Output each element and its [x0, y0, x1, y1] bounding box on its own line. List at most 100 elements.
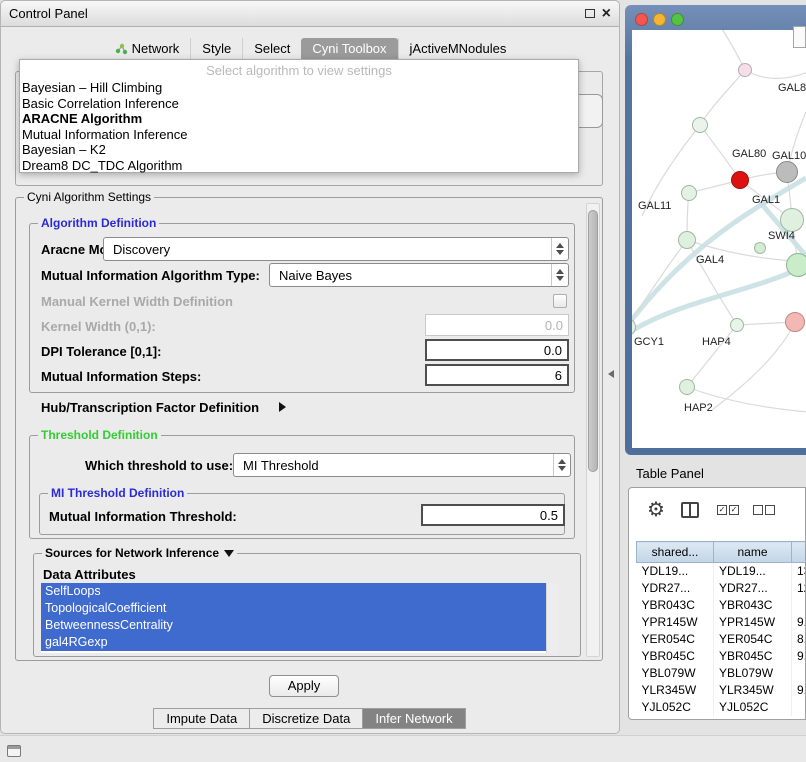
- network-node[interactable]: [785, 312, 805, 332]
- deselect-all-checks-icon[interactable]: [753, 505, 775, 515]
- table-row[interactable]: YLR345WYLR345W9.: [637, 682, 806, 699]
- table-row[interactable]: YER054CYER054C8.: [637, 631, 806, 648]
- combo-value: MI Threshold: [243, 458, 319, 473]
- network-node[interactable]: [780, 208, 804, 232]
- which-threshold-select[interactable]: MI Threshold: [233, 453, 571, 477]
- network-node[interactable]: [731, 171, 749, 189]
- mi-steps-input[interactable]: 6: [425, 364, 569, 386]
- field-value: 0.5: [540, 508, 558, 523]
- field-value: 0.0: [544, 343, 562, 358]
- table-panel-title: Table Panel: [636, 466, 704, 481]
- mi-threshold-input[interactable]: 0.5: [421, 504, 565, 526]
- mi-steps-label: Mutual Information Steps:: [41, 369, 201, 384]
- minimize-traffic-icon[interactable]: [653, 13, 666, 26]
- data-attribute-item[interactable]: BetweennessCentrality: [41, 617, 546, 634]
- node-label: GAL10: [772, 150, 806, 162]
- field-value: 0.0: [545, 318, 563, 333]
- expand-arrow-icon[interactable]: [279, 402, 286, 412]
- kernel-width-label: Kernel Width (0,1):: [41, 319, 156, 334]
- bottom-tabs: Impute Data Discretize Data Infer Networ…: [1, 708, 619, 729]
- window-title: Control Panel: [9, 6, 88, 21]
- node-label: GAL4: [696, 254, 724, 266]
- data-attribute-item[interactable]: TopologicalCoefficient: [41, 600, 546, 617]
- combo-arrows-icon: [551, 238, 568, 260]
- sources-title: Sources for Network Inference: [45, 546, 219, 560]
- column-header[interactable]: [792, 542, 806, 563]
- node-table: shared...name YDL19...YDL19...13YDR27...…: [636, 541, 806, 716]
- network-node[interactable]: [776, 161, 798, 183]
- attributes-scrollbar[interactable]: [546, 583, 558, 653]
- panel-resize-handle[interactable]: [608, 370, 614, 378]
- gear-icon[interactable]: ⚙: [647, 497, 665, 522]
- close-icon[interactable]: ×: [602, 7, 611, 21]
- network-canvas[interactable]: GAL8GAL80GAL10GAL11GAL1SWI4GAL4GCY1HAP4H…: [632, 30, 806, 448]
- tab-cyni-toolbox[interactable]: Cyni Toolbox: [301, 38, 397, 60]
- group-title: Sources for Network Inference: [42, 546, 237, 560]
- table-row[interactable]: YBL079WYBL079W: [637, 665, 806, 682]
- mi-type-select[interactable]: Naive Bayes: [269, 263, 569, 287]
- mi-threshold-label: Mutual Information Threshold:: [49, 509, 237, 524]
- combo-arrows-icon: [551, 264, 568, 286]
- column-header[interactable]: shared...: [637, 542, 714, 563]
- tab-discretize-data[interactable]: Discretize Data: [249, 708, 363, 729]
- node-label: GCY1: [634, 336, 664, 348]
- tab-style[interactable]: Style: [190, 38, 242, 60]
- combo-value: Naive Bayes: [279, 268, 352, 283]
- node-label: GAL11: [638, 200, 671, 212]
- algorithm-option[interactable]: ARACNE Algorithm: [20, 111, 578, 127]
- algorithm-option[interactable]: Bayesian – Hill Climbing: [20, 80, 578, 96]
- network-scrollbar[interactable]: [793, 26, 806, 48]
- dpi-tolerance-label: DPI Tolerance [0,1]:: [41, 344, 161, 359]
- float-window-icon[interactable]: [585, 9, 595, 18]
- table-row[interactable]: YJL052CYJL052C: [637, 699, 806, 716]
- column-header[interactable]: name: [714, 542, 792, 563]
- tab-infer-network[interactable]: Infer Network: [362, 708, 465, 729]
- apply-button[interactable]: Apply: [269, 675, 339, 697]
- close-traffic-icon[interactable]: [635, 13, 648, 26]
- node-label: HAP4: [702, 336, 731, 348]
- table-row[interactable]: YBR045CYBR045C9.: [637, 648, 806, 665]
- network-icon: [114, 42, 128, 55]
- network-node[interactable]: [738, 63, 752, 77]
- network-node[interactable]: [754, 242, 766, 254]
- table-row[interactable]: YPR145WYPR145W9.: [637, 614, 806, 631]
- data-attributes-list: SelfLoopsTopologicalCoefficientBetweenne…: [41, 583, 558, 653]
- network-node[interactable]: [692, 117, 708, 133]
- manual-kernel-checkbox[interactable]: [553, 294, 567, 308]
- node-label: SWI4: [768, 230, 795, 242]
- network-node[interactable]: [786, 253, 806, 277]
- column-selector-icon[interactable]: [681, 502, 699, 518]
- network-node[interactable]: [678, 231, 696, 249]
- mi-type-label: Mutual Information Algorithm Type:: [41, 268, 260, 283]
- collapse-arrow-icon[interactable]: [224, 550, 234, 557]
- group-title: Algorithm Definition: [38, 216, 159, 230]
- algorithm-option[interactable]: Basic Correlation Inference: [20, 96, 578, 112]
- zoom-traffic-icon[interactable]: [671, 13, 684, 26]
- table-row[interactable]: YDL19...YDL19...13: [637, 563, 806, 580]
- tab-select[interactable]: Select: [242, 38, 301, 60]
- kernel-width-input[interactable]: 0.0: [425, 314, 569, 336]
- panel-toggle-icon[interactable]: [7, 745, 21, 757]
- data-attribute-item[interactable]: SelfLoops: [41, 583, 546, 600]
- scrollbar-thumb[interactable]: [588, 210, 598, 472]
- settings-scrollbar[interactable]: [586, 203, 600, 657]
- aracne-mode-select[interactable]: Discovery: [103, 237, 569, 261]
- network-node[interactable]: [730, 318, 744, 332]
- tab-impute-data[interactable]: Impute Data: [153, 708, 250, 729]
- combo-arrows-icon: [553, 454, 570, 476]
- network-node[interactable]: [681, 185, 697, 201]
- algorithm-option[interactable]: Bayesian – K2: [20, 142, 578, 158]
- select-all-checks-icon[interactable]: ✓✓: [717, 505, 739, 515]
- tab-label: Impute Data: [166, 711, 237, 726]
- table-row[interactable]: YDR27...YDR27...12: [637, 580, 806, 597]
- algorithm-option[interactable]: Dream8 DC_TDC Algorithm: [20, 158, 578, 174]
- tab-network[interactable]: Network: [103, 38, 191, 60]
- table-row[interactable]: YBR043CYBR043C: [637, 597, 806, 614]
- data-attribute-item[interactable]: gal4RGexp: [41, 634, 546, 651]
- dpi-tolerance-input[interactable]: 0.0: [425, 339, 569, 361]
- which-threshold-label: Which threshold to use:: [85, 458, 233, 473]
- dropdown-placeholder: Select algorithm to view settings: [20, 60, 578, 80]
- network-node[interactable]: [679, 379, 695, 395]
- algorithm-option[interactable]: Mutual Information Inference: [20, 127, 578, 143]
- tab-jactivemodules[interactable]: jActiveMNodules: [398, 38, 518, 60]
